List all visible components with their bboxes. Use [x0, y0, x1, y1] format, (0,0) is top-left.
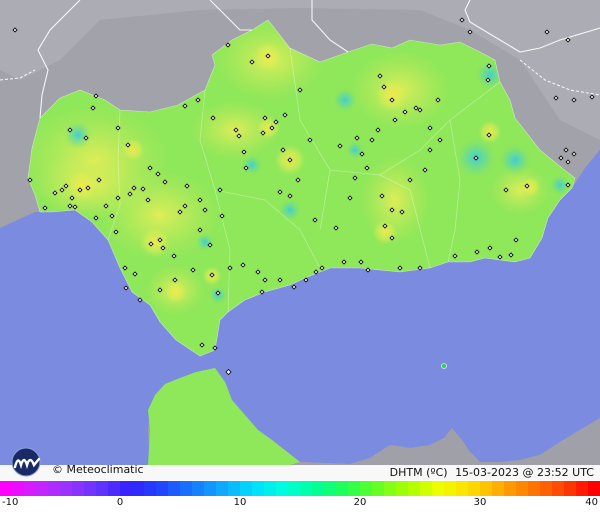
scale-swatch [492, 481, 505, 496]
scale-swatch [252, 481, 265, 496]
scale-swatch [60, 481, 73, 496]
scale-swatch [24, 481, 37, 496]
alboran-island-marker [441, 363, 447, 369]
scale-swatch [192, 481, 205, 496]
product-info: DHTM (ºC) 15-03-2023 @ 23:52 UTC [390, 466, 594, 479]
timestamp: 15-03-2023 @ 23:52 UTC [455, 466, 594, 479]
scale-swatch [504, 481, 517, 496]
scale-swatch [552, 481, 565, 496]
scale-swatch [408, 481, 421, 496]
scale-swatch [468, 481, 481, 496]
scale-swatch [432, 481, 445, 496]
scale-swatch [444, 481, 457, 496]
scale-tick-label: 20 [353, 497, 367, 508]
scale-swatch [384, 481, 397, 496]
scale-swatch [132, 481, 145, 496]
scale-swatch [0, 481, 13, 496]
scale-swatch [72, 481, 85, 496]
meteoclimatic-logo-icon [11, 447, 41, 477]
scale-swatch [312, 481, 325, 496]
temperature-map [0, 0, 600, 480]
scale-swatch [516, 481, 529, 496]
scale-swatch [324, 481, 337, 496]
scale-swatch [108, 481, 121, 496]
scale-swatch [12, 481, 25, 496]
scale-swatch [156, 481, 169, 496]
scale-swatch [264, 481, 277, 496]
scale-swatch [372, 481, 385, 496]
scale-swatch [288, 481, 301, 496]
scale-swatch [228, 481, 241, 496]
scale-swatch [36, 481, 49, 496]
scale-swatch [564, 481, 577, 496]
scale-swatch [348, 481, 361, 496]
scale-swatch [300, 481, 313, 496]
scale-swatch [456, 481, 469, 496]
scale-tick-label: 30 [473, 497, 487, 508]
scale-tick-label: 10 [233, 497, 247, 508]
scale-swatch [204, 481, 217, 496]
scale-swatch [168, 481, 181, 496]
scale-swatch [120, 481, 133, 496]
scale-swatch [528, 481, 541, 496]
temperature-scale-ticks: -10 0 10 20 30 40 [0, 497, 600, 513]
scale-swatch [180, 481, 193, 496]
scale-swatch [396, 481, 409, 496]
scale-swatch [240, 481, 253, 496]
scale-swatch [276, 481, 289, 496]
scale-swatch [48, 481, 61, 496]
scale-tick-label: 40 [585, 497, 598, 508]
scale-tick-label: 0 [116, 497, 124, 508]
scale-swatch [144, 481, 157, 496]
scale-tick-label: -10 [2, 497, 19, 508]
scale-swatch [420, 481, 433, 496]
scale-swatch [336, 481, 349, 496]
variable-label: DHTM (ºC) [389, 466, 448, 479]
scale-swatch [588, 481, 600, 496]
scale-swatch [84, 481, 97, 496]
temperature-color-scale [0, 481, 600, 496]
brand[interactable]: © Meteoclimatic [6, 447, 144, 477]
scale-swatch [96, 481, 109, 496]
scale-swatch [360, 481, 373, 496]
scale-swatch [540, 481, 553, 496]
scale-swatch [480, 481, 493, 496]
scale-swatch [216, 481, 229, 496]
brand-name: © Meteoclimatic [52, 463, 144, 476]
scale-swatch [576, 481, 589, 496]
